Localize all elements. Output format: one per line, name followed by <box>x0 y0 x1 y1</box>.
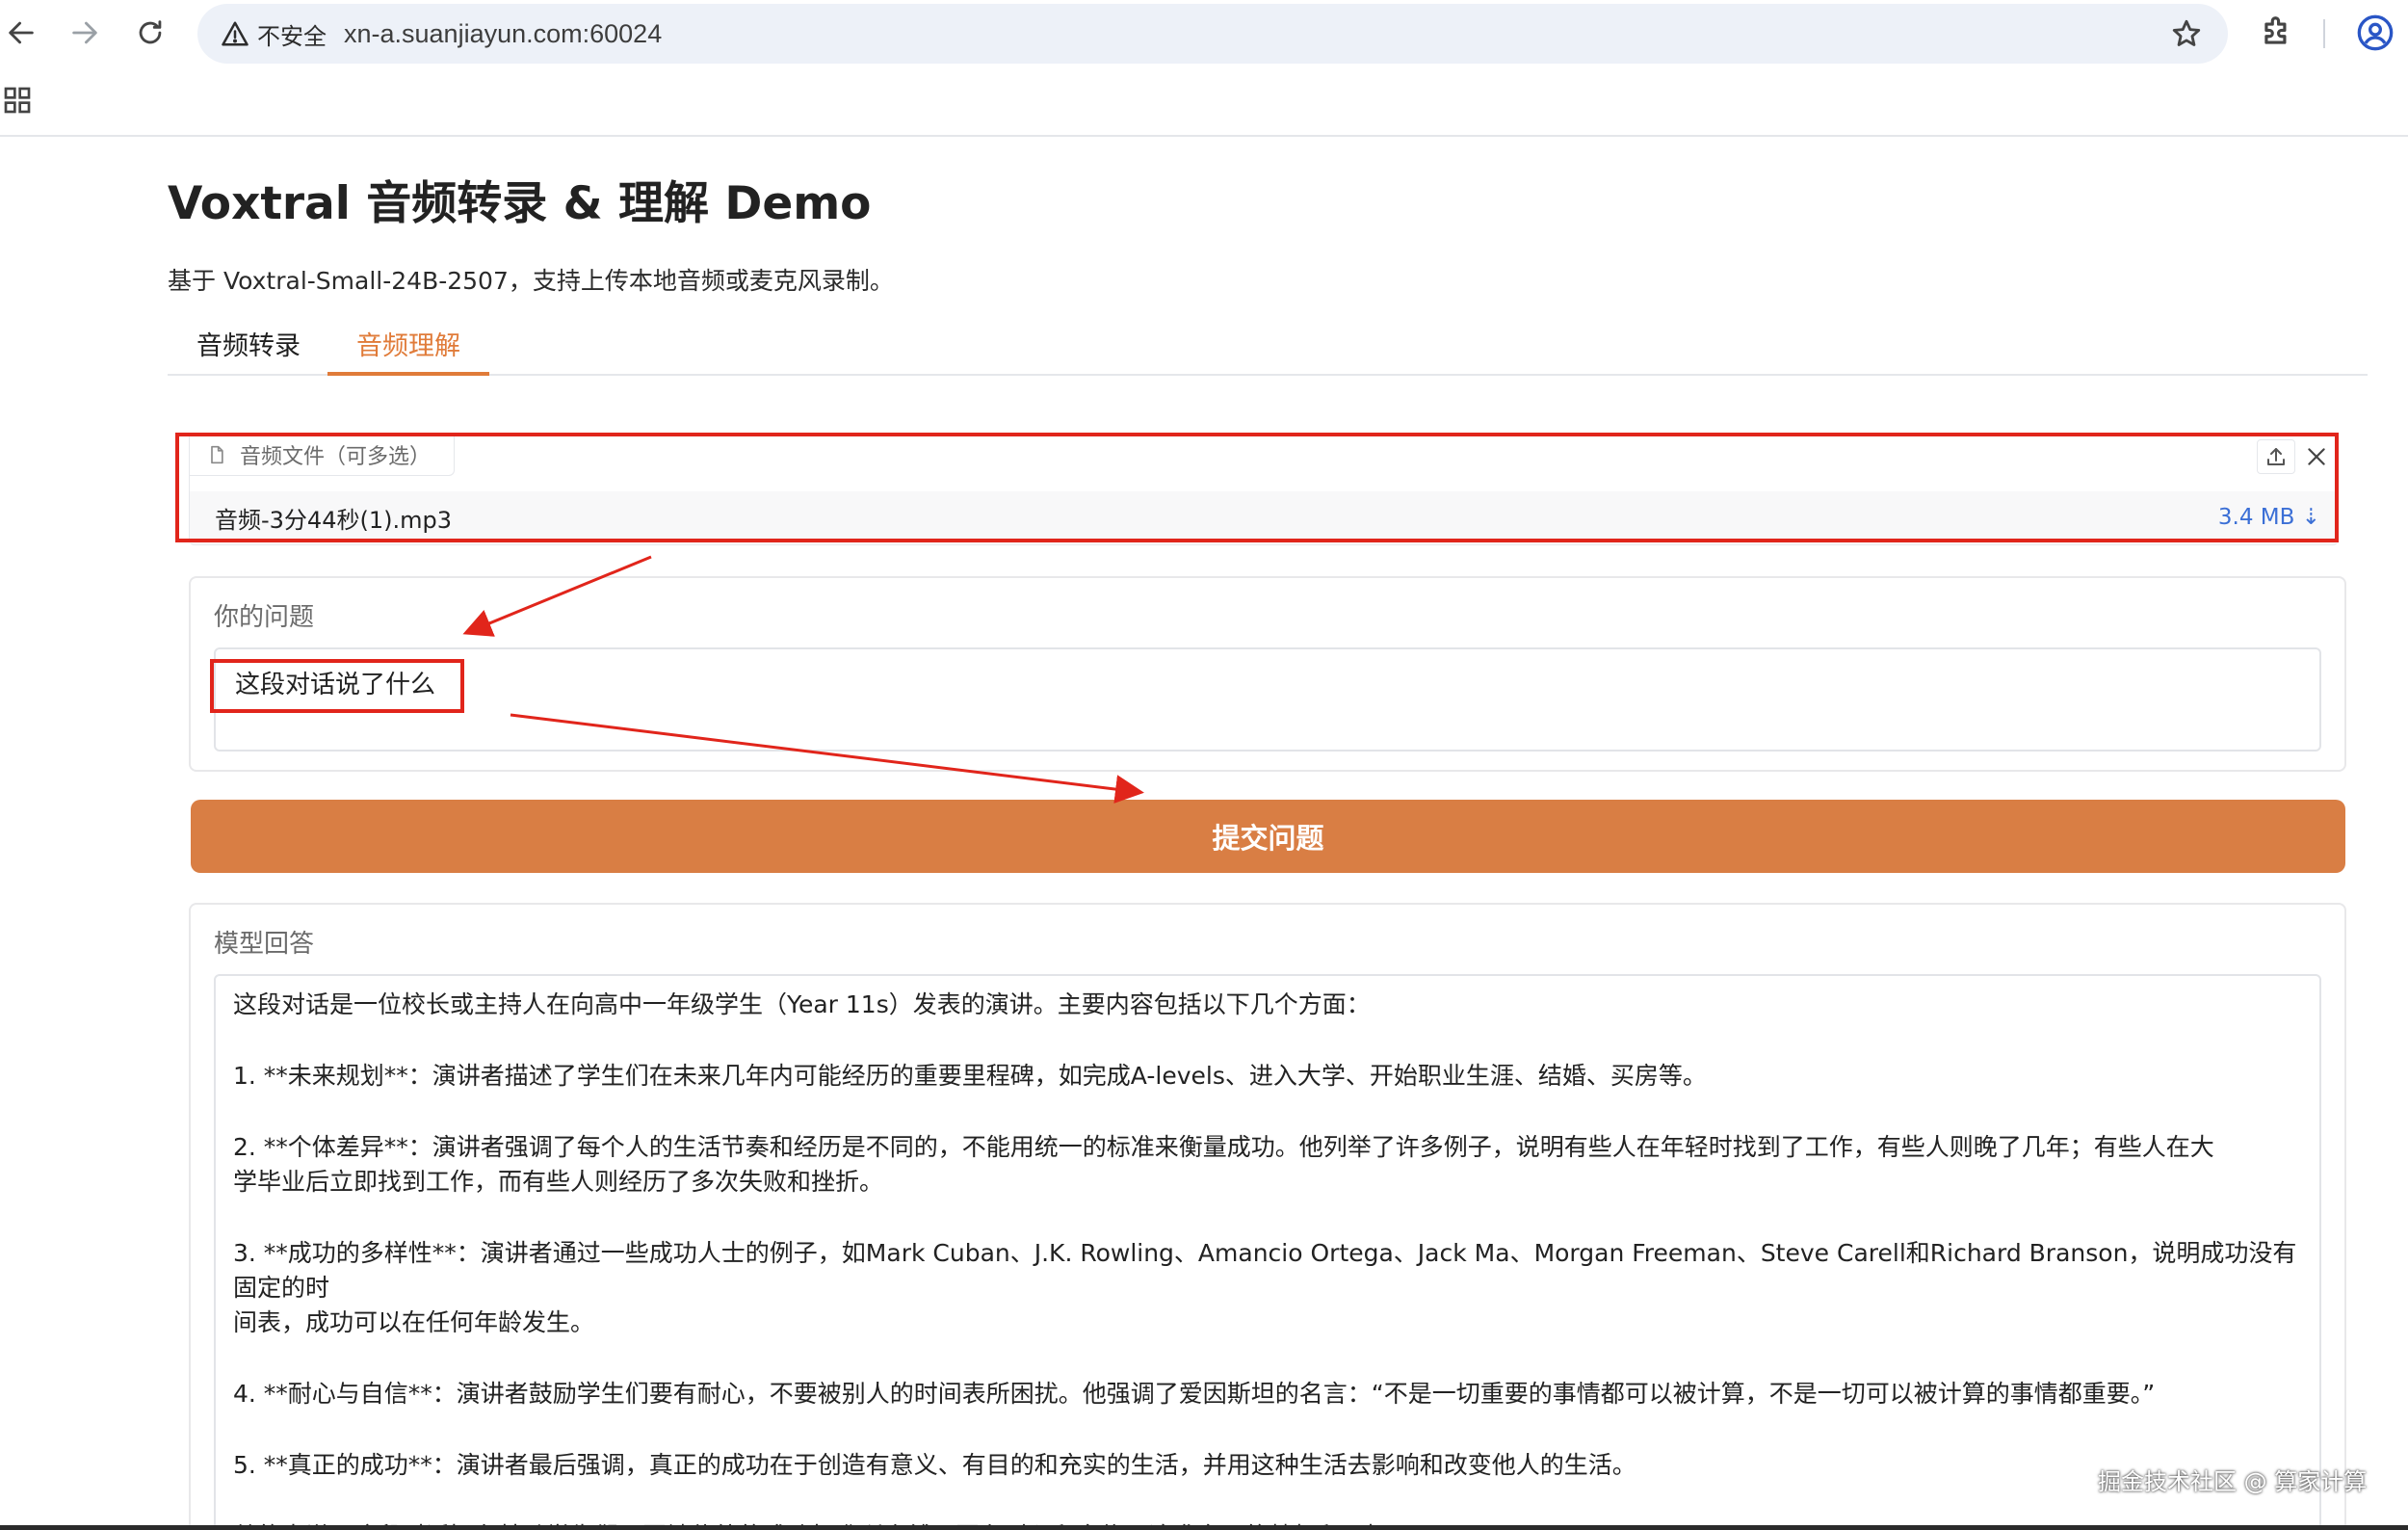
tab-understanding[interactable]: 音频理解 <box>327 326 489 376</box>
file-icon <box>211 445 223 463</box>
address-bar[interactable]: 不安全 xn-a.suanjiayun.com:60024 <box>197 4 2228 64</box>
bookmarks-bar <box>0 67 2408 137</box>
warning-icon <box>222 21 249 46</box>
browser-toolbar: 不安全 xn-a.suanjiayun.com:60024 <box>0 0 2408 67</box>
page-description: 基于 Voxtral-Small-24B-2507，支持上传本地音频或麦克风录制… <box>168 267 894 295</box>
response-output[interactable]: 这段对话是一位校长或主持人在向高中一年级学生（Year 11s）发表的演讲。主要… <box>214 974 2321 1530</box>
response-line: 学毕业后立即找到工作，而有些人则经历了多次失败和挫折。 <box>233 1168 884 1196</box>
upload-button[interactable] <box>2257 439 2295 474</box>
question-input[interactable]: 这段对话说了什么 <box>214 647 2321 752</box>
submit-question-button[interactable]: 提交问题 <box>191 800 2345 873</box>
question-label: 你的问题 <box>214 603 315 632</box>
extensions-icon[interactable] <box>2259 13 2295 50</box>
response-label: 模型回答 <box>214 930 315 959</box>
clear-file-button[interactable] <box>2297 439 2336 474</box>
back-icon[interactable] <box>2 13 40 52</box>
response-line: 5. **真正的成功**：演讲者最后强调，真正的成功在于创造有意义、有目的和充实… <box>233 1451 1636 1479</box>
security-label: 不安全 <box>257 22 327 50</box>
question-block: 你的问题 这段对话说了什么 <box>189 576 2346 772</box>
response-line: 3. **成功的多样性**：演讲者通过一些成功人士的例子，如Mark Cuban… <box>233 1239 2297 1302</box>
bottom-edge <box>0 1525 2408 1530</box>
security-chip[interactable]: 不安全 <box>213 13 340 55</box>
toolbar-divider <box>2323 19 2325 48</box>
uploaded-file-row: 音频-3分44秒(1).mp3 3.4 MB ⇣ <box>190 491 2338 543</box>
profile-icon[interactable] <box>2356 13 2395 52</box>
file-name: 音频-3分44秒(1).mp3 <box>215 506 452 534</box>
response-block: 模型回答 这段对话是一位校长或主持人在向高中一年级学生（Year 11s）发表的… <box>189 903 2346 1530</box>
file-size-download-link[interactable]: 3.4 MB ⇣ <box>2218 505 2320 530</box>
response-line: 1. **未来规划**：演讲者描述了学生们在未来几年内可能经历的重要里程碑，如完… <box>233 1062 1707 1090</box>
reload-icon[interactable] <box>131 13 170 52</box>
file-upload-label-text: 音频文件（可多选） <box>240 444 432 469</box>
close-icon <box>2308 448 2325 465</box>
file-upload-label: 音频文件（可多选） <box>190 434 456 476</box>
url-text[interactable]: xn-a.suanjiayun.com:60024 <box>344 4 662 64</box>
response-line: 间表，成功可以在任何年龄发生。 <box>233 1308 595 1336</box>
tab-bar: 音频转录 音频理解 <box>168 326 2368 376</box>
page-title: Voxtral 音频转录 & 理解 Demo <box>168 177 872 230</box>
upload-icon <box>2267 448 2285 465</box>
forward-icon[interactable] <box>65 13 104 52</box>
watermark: 掘金技术社区 @ 算家计算 <box>2098 1468 2368 1495</box>
response-line: 2. **个体差异**：演讲者强调了每个人的生活节奏和经历是不同的，不能用统一的… <box>233 1133 2214 1161</box>
audio-file-upload[interactable]: 音频文件（可多选） 音频-3分44秒(1).mp3 3.4 MB ⇣ <box>189 433 2339 545</box>
tab-transcription[interactable]: 音频转录 <box>168 326 329 376</box>
response-line: 4. **耐心与自信**：演讲者鼓励学生们要有耐心，不要被别人的时间表所困扰。他… <box>233 1380 2156 1408</box>
star-icon[interactable] <box>2170 17 2203 50</box>
response-line: 这段对话是一位校长或主持人在向高中一年级学生（Year 11s）发表的演讲。主要… <box>233 990 1371 1018</box>
apps-icon[interactable] <box>2 85 33 116</box>
